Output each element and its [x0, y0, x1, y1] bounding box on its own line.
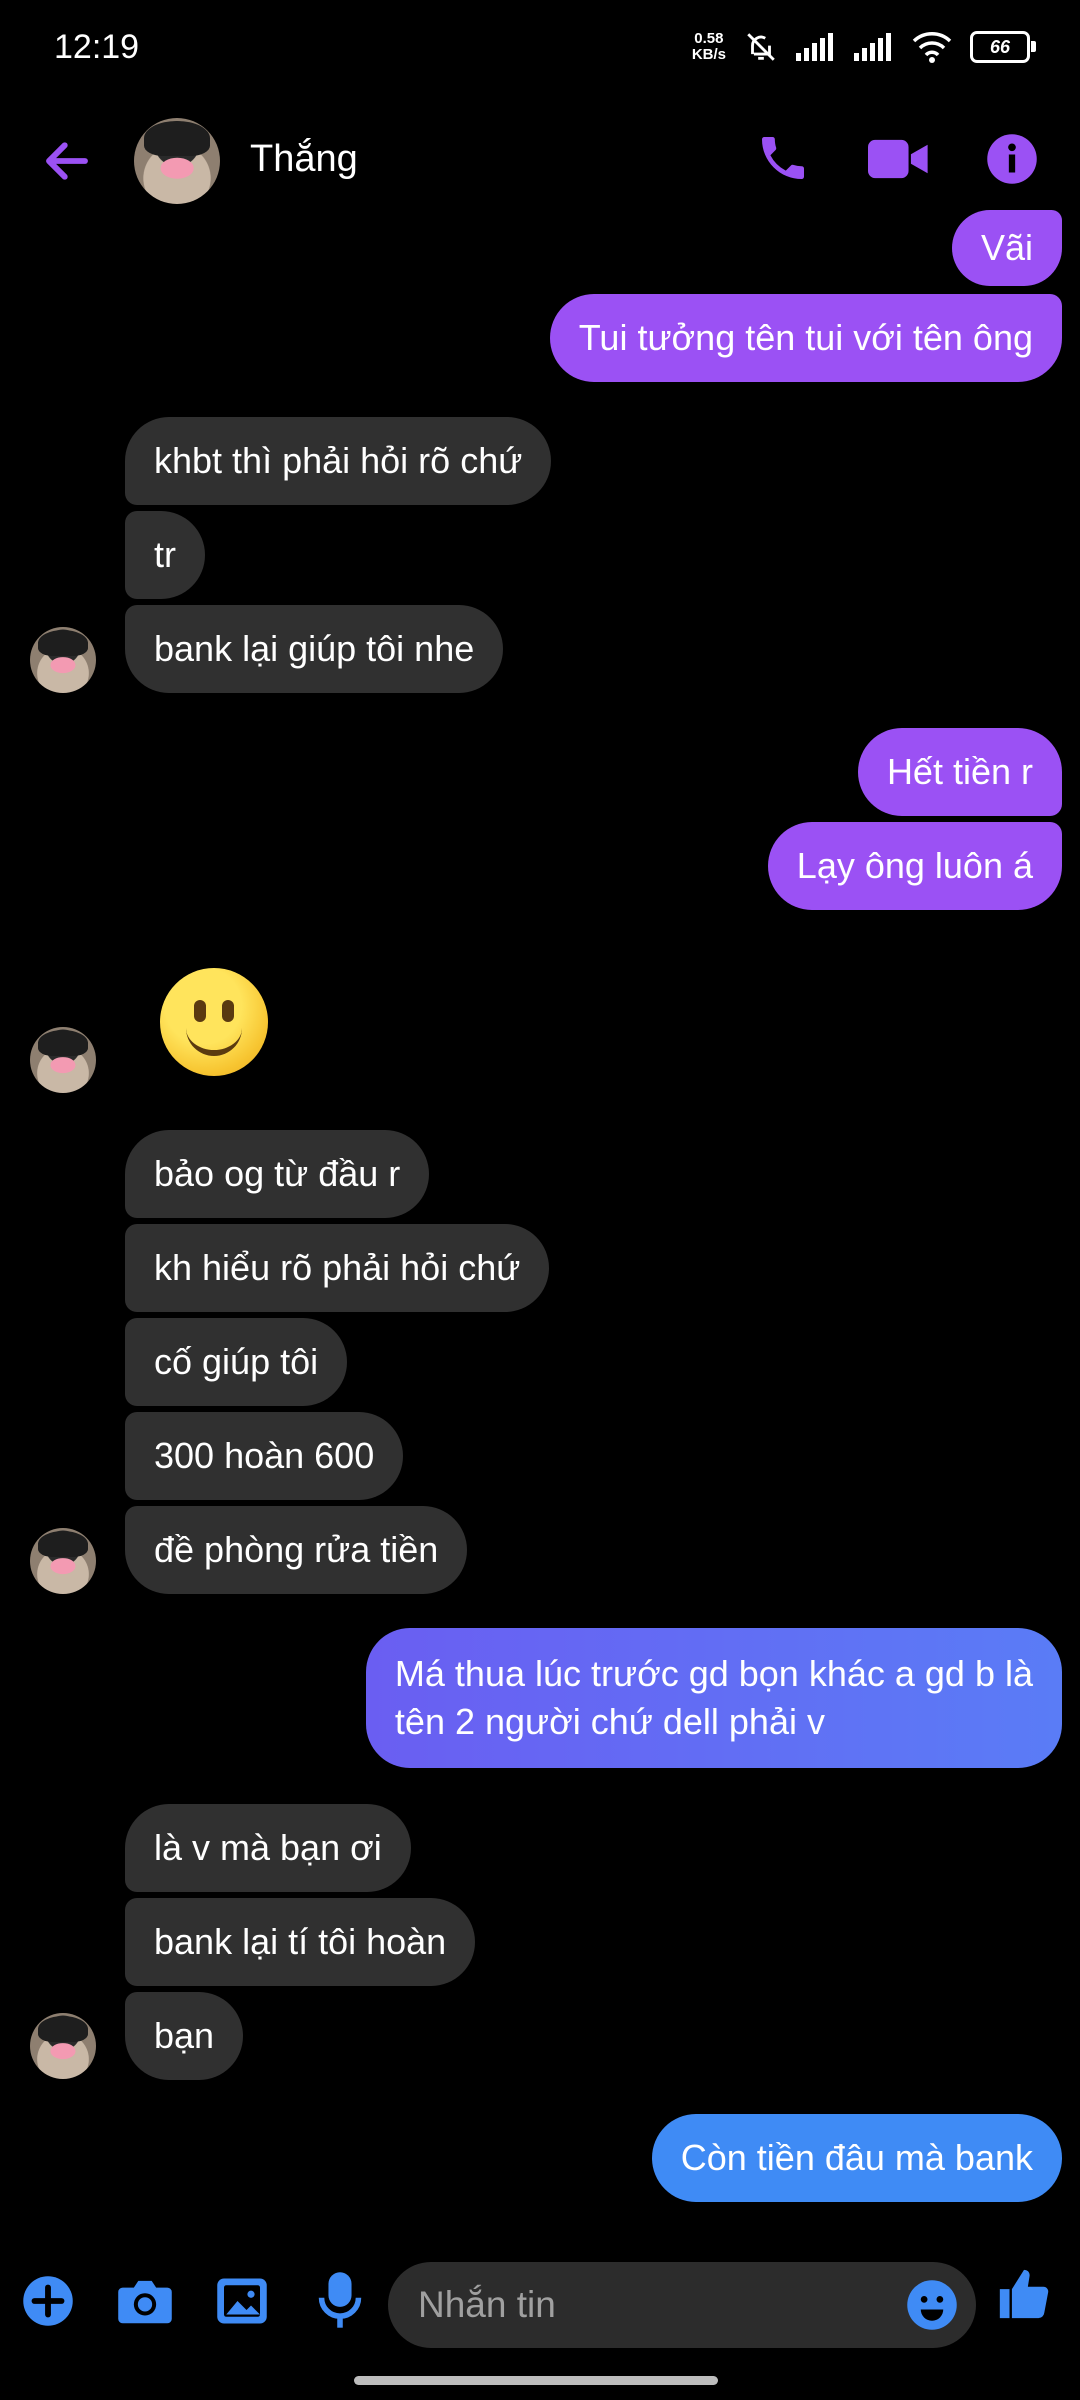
outgoing-message[interactable]: Còn tiền đâu mà bank — [651, 2114, 1062, 2202]
contact-avatar[interactable] — [30, 1528, 96, 1594]
incoming-message[interactable]: bank lại tí tôi hoàn — [125, 1898, 476, 1986]
status-time: 12:19 — [54, 28, 140, 66]
home-indicator[interactable] — [354, 2376, 718, 2385]
incoming-message[interactable]: khbt thì phải hỏi rõ chứ — [125, 417, 552, 505]
signal-icon — [854, 33, 891, 61]
gallery-icon[interactable] — [214, 2274, 270, 2328]
thumbs-up-icon[interactable] — [995, 2264, 1053, 2324]
status-icons: 0.58 KB/s 66 — [691, 30, 1036, 64]
signal-icon — [796, 33, 833, 61]
message-input-placeholder: Nhắn tin — [418, 2284, 556, 2325]
contact-avatar[interactable] — [30, 627, 96, 693]
emoji-icon[interactable] — [905, 2278, 959, 2332]
network-speed: 0.58 KB/s — [691, 30, 726, 63]
plus-icon[interactable] — [21, 2274, 75, 2328]
info-icon[interactable] — [985, 132, 1039, 186]
incoming-message[interactable]: bank lại giúp tôi nhe — [125, 605, 504, 693]
incoming-message[interactable]: đề phòng rửa tiền — [125, 1506, 468, 1594]
incoming-message[interactable]: bảo og từ đầu r — [125, 1130, 430, 1218]
mute-bell-icon — [747, 33, 775, 61]
microphone-icon[interactable] — [315, 2270, 365, 2330]
incoming-message[interactable]: tr — [125, 511, 205, 599]
contact-avatar[interactable] — [134, 118, 220, 204]
outgoing-message[interactable]: Hết tiền r — [857, 728, 1062, 816]
incoming-message[interactable]: là v mà bạn ơi — [125, 1804, 411, 1892]
smiley-emoji-icon[interactable] — [160, 968, 268, 1076]
camera-icon[interactable] — [116, 2274, 174, 2328]
outgoing-message[interactable]: Lạy ông luôn á — [767, 822, 1062, 910]
contact-avatar[interactable] — [30, 1027, 96, 1093]
outgoing-message[interactable]: Vãi — [951, 210, 1062, 286]
battery-indicator: 66 — [970, 31, 1036, 63]
contact-avatar[interactable] — [30, 2013, 96, 2079]
message-input[interactable]: Nhắn tin — [388, 2262, 976, 2348]
back-arrow-icon[interactable] — [40, 134, 94, 188]
phone-icon[interactable] — [755, 130, 811, 186]
video-camera-icon[interactable] — [868, 134, 930, 184]
contact-name[interactable]: Thắng — [250, 138, 358, 181]
incoming-message[interactable]: kh hiểu rõ phải hỏi chứ — [125, 1224, 550, 1312]
incoming-message[interactable]: 300 hoàn 600 — [125, 1412, 404, 1500]
incoming-message[interactable]: bạn — [125, 1992, 244, 2080]
outgoing-message[interactable]: Tui tưởng tên tui với tên ông — [549, 294, 1062, 382]
outgoing-message[interactable]: Má thua lúc trước gd bọn khác a gd b là … — [365, 1628, 1062, 1768]
wifi-icon — [912, 32, 952, 63]
incoming-message[interactable]: cố giúp tôi — [125, 1318, 348, 1406]
